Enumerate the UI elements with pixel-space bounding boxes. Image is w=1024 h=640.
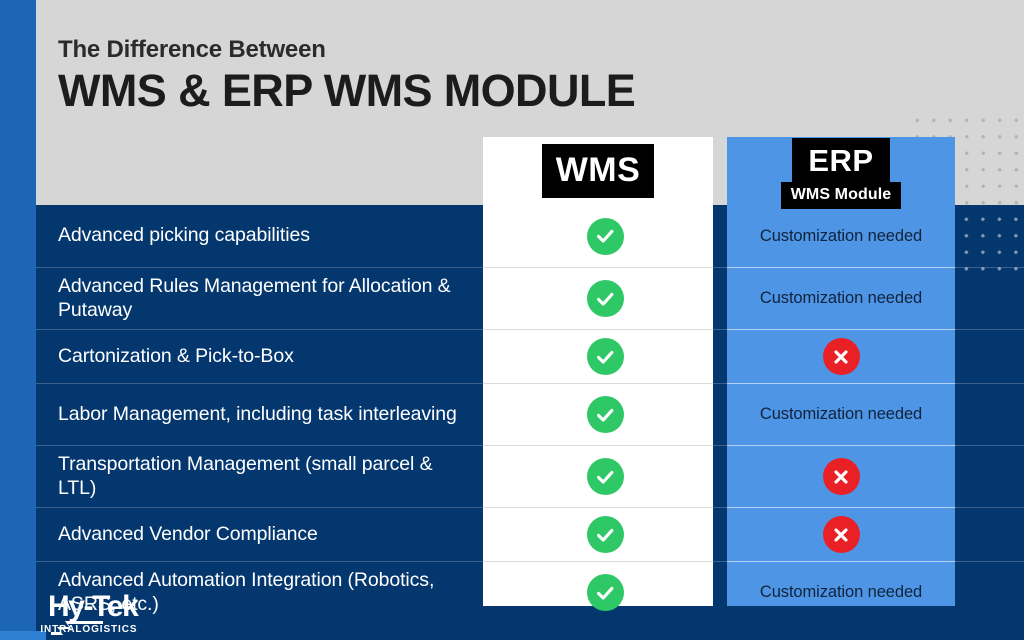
table-row: Cartonization & Pick-to-Box	[36, 329, 1024, 383]
wms-cell	[483, 268, 727, 329]
lightning-bolt-icon	[51, 621, 103, 635]
brand-logo: Hy-Tek INTRALOGISTICS	[40, 590, 139, 635]
wms-cell	[483, 205, 727, 267]
erp-cell: Customization needed	[727, 205, 955, 267]
logo-main-text: Hy-Tek	[48, 590, 139, 623]
erp-cell: Customization needed	[727, 384, 955, 445]
row-divider-wms	[483, 507, 713, 508]
column-header-erp: ERP WMS Module	[727, 137, 955, 209]
erp-cell-text: Customization needed	[759, 226, 923, 245]
erp-cell: Customization needed	[727, 562, 955, 623]
table-row: Advanced Automation Integration (Robotic…	[36, 561, 1024, 623]
page-heading: The Difference Between WMS & ERP WMS MOD…	[58, 36, 636, 116]
column-header-wms: WMS	[483, 137, 713, 205]
row-divider-erp	[727, 329, 955, 330]
bottom-left-accent	[0, 631, 46, 640]
close-x-icon	[822, 516, 860, 553]
close-x-icon	[822, 338, 860, 375]
check-icon	[586, 516, 624, 553]
erp-cell-text: Customization needed	[759, 583, 923, 601]
logo-wordmark: Hy-Tek INTRALOGISTICS	[40, 590, 139, 635]
feature-label: Labor Management, including task interle…	[58, 402, 457, 425]
row-divider-erp	[727, 445, 955, 446]
feature-label: Cartonization & Pick-to-Box	[58, 344, 294, 367]
erp-cell-text: Customization needed	[759, 289, 923, 307]
erp-cell	[727, 508, 955, 561]
row-divider-erp	[727, 383, 955, 384]
close-x-icon	[822, 458, 860, 495]
feature-label: Advanced Vendor Compliance	[58, 522, 318, 545]
wms-cell	[483, 562, 727, 623]
wms-cell	[483, 384, 727, 445]
comparison-table: Advanced picking capabilities Customizati…	[36, 205, 1024, 623]
table-row: Advanced Vendor Compliance	[36, 507, 1024, 561]
infographic-canvas: The Difference Between WMS & ERP WMS MOD…	[0, 0, 1024, 640]
wms-cell	[483, 330, 727, 383]
feature-label: Advanced picking capabilities	[58, 224, 310, 247]
erp-badge: ERP WMS Module	[780, 137, 902, 209]
row-divider-wms	[483, 383, 713, 384]
page-title: WMS & ERP WMS MODULE	[58, 64, 636, 116]
check-icon	[586, 280, 624, 317]
table-row: Transportation Management (small parcel …	[36, 445, 1024, 507]
table-row: Advanced Rules Management for Allocation…	[36, 267, 1024, 329]
erp-cell	[727, 330, 955, 383]
row-divider-erp	[727, 561, 955, 562]
row-divider-wms	[483, 267, 713, 268]
row-divider-erp	[727, 267, 955, 268]
check-icon	[586, 574, 624, 611]
feature-label: Transportation Management (small parcel …	[58, 452, 433, 499]
erp-cell: Customization needed	[727, 268, 955, 329]
erp-badge-label: ERP	[792, 137, 890, 182]
erp-cell	[727, 446, 955, 507]
row-divider-wms	[483, 445, 713, 446]
left-accent-stripe	[0, 0, 36, 640]
wms-badge-label: WMS	[541, 144, 655, 198]
row-divider-wms	[483, 561, 713, 562]
feature-label: Advanced Rules Management for Allocation…	[58, 274, 451, 321]
table-row: Advanced picking capabilities Customizati…	[36, 205, 1024, 267]
wms-cell	[483, 446, 727, 507]
erp-cell-text: Customization needed	[759, 405, 923, 423]
check-icon	[586, 338, 624, 375]
heading-kicker: The Difference Between	[58, 36, 326, 63]
check-icon	[586, 458, 624, 495]
row-divider-wms	[483, 329, 713, 330]
row-divider-erp	[727, 507, 955, 508]
check-icon	[586, 396, 624, 433]
check-icon	[586, 217, 624, 255]
wms-cell	[483, 508, 727, 561]
table-row: Labor Management, including task interle…	[36, 383, 1024, 445]
